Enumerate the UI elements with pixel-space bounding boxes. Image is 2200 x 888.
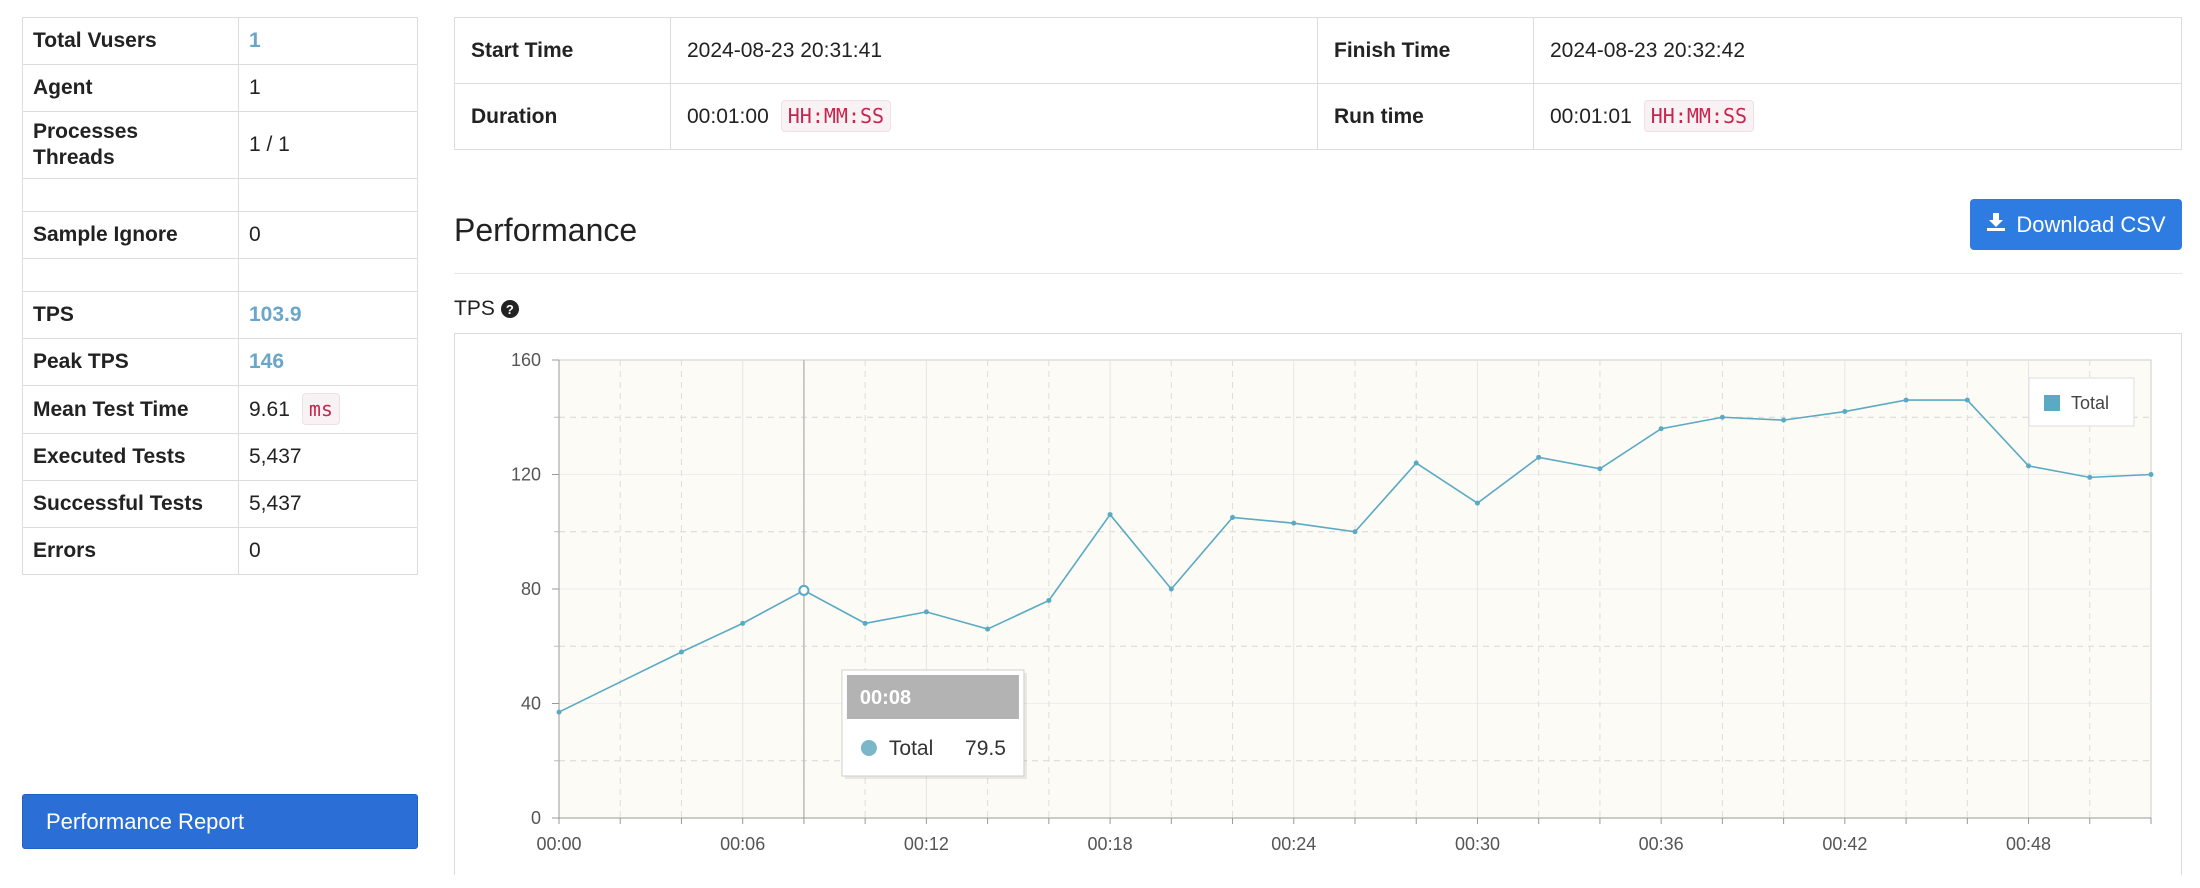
executed-tests-value: 5,437 — [238, 433, 418, 481]
data-point — [556, 709, 562, 715]
data-point — [798, 584, 810, 596]
data-point — [1903, 397, 1909, 403]
finish-time-value: 2024-08-23 20:32:42 — [1533, 17, 2182, 84]
download-csv-label: Download CSV — [2016, 211, 2166, 237]
time-table: Start Time 2024-08-23 20:31:41 Finish Ti… — [454, 17, 2182, 150]
x-tick-label: 00:30 — [1455, 834, 1500, 854]
time-panel: Start Time 2024-08-23 20:31:41 Finish Ti… — [454, 17, 2182, 150]
data-point — [740, 620, 746, 626]
legend-swatch — [2044, 395, 2060, 411]
stats-table: Total Vusers 1 Agent 1 Processes Threads… — [22, 17, 418, 575]
data-point — [1536, 454, 1542, 460]
tps-chart-container: 0 40 80 120 160 00:00 00:06 00:12 00:18 00:24 00:3… — [454, 333, 2182, 875]
start-time-label: Start Time — [454, 17, 671, 84]
spacer-row — [22, 178, 418, 212]
download-icon — [1986, 212, 2006, 238]
threads-label: Threads — [33, 146, 115, 169]
successful-tests-value: 5,437 — [238, 480, 418, 528]
data-point — [1168, 586, 1174, 592]
duration-cell: 00:01:00 HH:MM:SS — [670, 83, 1318, 150]
divider — [454, 273, 2182, 274]
data-point — [1291, 520, 1297, 526]
peak-tps-label: Peak TPS — [22, 338, 239, 386]
errors-label: Errors — [22, 527, 239, 575]
y-tick-label: 40 — [521, 694, 541, 714]
x-tick-label: 00:48 — [2006, 834, 2051, 854]
total-vusers-value[interactable]: 1 — [238, 17, 418, 65]
x-tick-label: 00:42 — [1822, 834, 1867, 854]
section-title: Performance — [454, 212, 638, 248]
x-tick-label: 00:24 — [1271, 834, 1316, 854]
data-point — [2148, 472, 2154, 477]
data-point — [2026, 463, 2032, 469]
successful-tests-label: Successful Tests — [22, 480, 239, 528]
tooltip-series-name: Total — [889, 737, 933, 760]
data-point — [923, 609, 929, 615]
data-point — [1597, 466, 1603, 472]
agent-label: Agent — [22, 64, 239, 112]
y-tick-label: 80 — [521, 579, 541, 599]
spacer-row — [22, 258, 418, 292]
data-point — [1719, 414, 1725, 420]
data-point — [1474, 500, 1480, 506]
processes-threads-value: 1 / 1 — [238, 111, 418, 179]
chart-title: TPS — [454, 297, 495, 320]
y-tick-label: 160 — [511, 350, 541, 370]
duration-format: HH:MM:SS — [780, 100, 892, 132]
performance-report-button[interactable]: Performance Report — [22, 794, 418, 849]
executed-tests-label: Executed Tests — [22, 433, 239, 481]
chart-title-row: TPS ? — [454, 297, 519, 321]
data-point — [862, 620, 868, 626]
runtime-value: 00:01:01 — [1550, 105, 1632, 128]
legend-label: Total — [2071, 393, 2109, 413]
data-point — [1107, 512, 1113, 518]
tps-chart[interactable]: 0 40 80 120 160 00:00 00:06 00:12 00:18 00:24 00:3… — [455, 334, 2181, 876]
total-vusers-label: Total Vusers — [22, 17, 239, 65]
mean-test-time-value: 9.61 — [249, 398, 290, 421]
tps-value[interactable]: 103.9 — [238, 291, 418, 339]
y-tick-label: 120 — [511, 465, 541, 485]
sample-ignore-label: Sample Ignore — [22, 211, 239, 259]
duration-value: 00:01:00 — [687, 105, 769, 128]
tooltip-value: 79.5 — [965, 737, 1006, 760]
stats-panel: Total Vusers 1 Agent 1 Processes Threads… — [22, 17, 418, 575]
runtime-label: Run time — [1317, 83, 1534, 150]
processes-threads-label: Processes Threads — [22, 111, 239, 179]
processes-label: Processes — [33, 120, 139, 143]
errors-value: 0 — [238, 527, 418, 575]
data-point — [1230, 514, 1236, 520]
mean-test-time-unit: ms — [301, 393, 340, 425]
help-icon[interactable]: ? — [500, 300, 519, 318]
data-point — [1781, 417, 1787, 423]
data-point — [1658, 426, 1664, 432]
finish-time-label: Finish Time — [1317, 17, 1534, 84]
x-tick-label: 00:06 — [720, 834, 765, 854]
data-point — [1413, 460, 1419, 466]
data-point — [2087, 474, 2093, 480]
peak-tps-value[interactable]: 146 — [238, 338, 418, 386]
runtime-format: HH:MM:SS — [1643, 100, 1755, 132]
runtime-cell: 00:01:01 HH:MM:SS — [1533, 83, 2182, 150]
x-tick-label: 00:12 — [904, 834, 949, 854]
data-point — [1842, 409, 1848, 415]
sample-ignore-value: 0 — [238, 211, 418, 259]
agent-value: 1 — [238, 64, 418, 112]
mean-test-time-label: Mean Test Time — [22, 385, 239, 434]
x-tick-label: 00:18 — [1088, 834, 1133, 854]
y-tick-label: 0 — [531, 808, 541, 828]
tps-label: TPS — [22, 291, 239, 339]
x-tick-label: 00:00 — [536, 834, 581, 854]
data-point — [678, 649, 684, 655]
start-time-value: 2024-08-23 20:31:41 — [670, 17, 1318, 84]
data-point — [1964, 397, 1970, 403]
tooltip-series-dot — [860, 740, 877, 756]
x-tick-label: 00:36 — [1639, 834, 1684, 854]
duration-label: Duration — [454, 83, 671, 150]
download-csv-button[interactable]: Download CSV — [1970, 199, 2182, 250]
data-point — [985, 626, 991, 632]
tooltip-time: 00:08 — [860, 687, 911, 709]
mean-test-time-cell: 9.61 ms — [238, 385, 418, 434]
data-point — [1352, 529, 1358, 535]
data-point — [1046, 597, 1052, 603]
